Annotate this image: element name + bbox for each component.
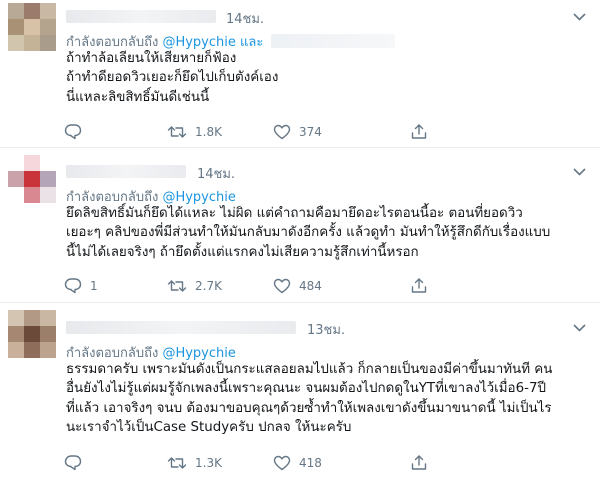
heart-icon bbox=[273, 455, 291, 470]
author-name-blurred bbox=[66, 321, 296, 334]
retweet-button[interactable]: 2.7K bbox=[167, 278, 273, 294]
retweet-icon bbox=[167, 125, 187, 138]
reply-icon bbox=[64, 455, 82, 471]
retweet-icon bbox=[167, 456, 187, 469]
replying-to-label: กำลังตอบกลับถึง bbox=[66, 190, 159, 205]
tweet-actions: 1.3K 418 bbox=[64, 454, 428, 471]
author-name-blurred bbox=[66, 10, 216, 23]
tweet-text-line: ยึดลิขสิทธิ์มันก็ยึดได้แหละ ไม่ผิด แต่คำ… bbox=[66, 206, 523, 221]
retweet-button[interactable]: 1.3K bbox=[167, 455, 273, 471]
retweet-count: 1.3K bbox=[195, 455, 222, 470]
share-icon bbox=[411, 124, 427, 139]
like-count: 484 bbox=[299, 278, 322, 293]
mention-link[interactable]: @Hypychie bbox=[162, 346, 235, 361]
replying-to-label: กำลังตอบกลับถึง bbox=[66, 35, 159, 50]
reply-icon bbox=[64, 124, 82, 140]
retweet-count: 1.8K bbox=[195, 124, 222, 139]
tweet-text: ธรรมดาครับ เพราะมันดังเป็นกระแสลอยลมไปแล… bbox=[66, 360, 552, 438]
like-count: 374 bbox=[299, 124, 322, 139]
tweet-text-line: อื่นยังไงไม่รู้แต่ผมรู้จักเพลงนี้เพราะคุ… bbox=[66, 381, 546, 397]
mention-and-label: และ bbox=[240, 35, 264, 50]
tweet-text: ยึดลิขสิทธิ์มันก็ยึดได้แหละ ไม่ผิด แต่คำ… bbox=[66, 204, 550, 262]
like-button[interactable]: 484 bbox=[273, 278, 410, 294]
retweet-count: 2.7K bbox=[195, 278, 222, 293]
avatar[interactable] bbox=[8, 155, 56, 203]
reply-button[interactable] bbox=[64, 454, 167, 471]
reply-button[interactable] bbox=[64, 123, 167, 140]
replying-to-label: กำลังตอบกลับถึง bbox=[66, 346, 159, 361]
mention-blurred bbox=[271, 34, 396, 48]
retweet-icon bbox=[167, 279, 187, 292]
tweet-text: ถ้าทำล้อเลียนให้เสียหายก็ฟ้อง ถ้าทำดียอด… bbox=[66, 49, 278, 107]
tweet-text-line: ถ้าทำดียอดวิวเยอะก็ยึดไปเก็บตังค์เอง bbox=[66, 70, 279, 86]
tweet-2[interactable]: 14ชม. กำลังตอบกลับถึง @Hypychie ยึดลิขสิ… bbox=[0, 148, 600, 303]
avatar[interactable] bbox=[8, 3, 56, 51]
chevron-down-icon[interactable] bbox=[569, 7, 589, 27]
mention-link[interactable]: @Hypychie bbox=[162, 190, 235, 205]
like-button[interactable]: 418 bbox=[273, 455, 410, 471]
mention-link[interactable]: @Hypychie bbox=[162, 35, 235, 50]
share-button[interactable] bbox=[410, 123, 428, 140]
heart-icon bbox=[273, 278, 291, 293]
chevron-down-icon[interactable] bbox=[569, 318, 589, 338]
tweet-actions: 1.8K 374 bbox=[64, 123, 428, 140]
share-icon bbox=[411, 278, 427, 293]
share-button[interactable] bbox=[410, 277, 428, 294]
tweet-text-line: ที่แล้ว เอาจริงๆ จนบ ต้องมาขอบคุณๆด้วยซ้… bbox=[66, 400, 552, 416]
tweet-actions: 1 2.7K 484 bbox=[64, 277, 428, 294]
share-icon bbox=[411, 455, 427, 470]
share-button[interactable] bbox=[410, 454, 428, 471]
tweet-text-line: ถ้าทำล้อเลียนให้เสียหายก็ฟ้อง bbox=[66, 51, 237, 66]
tweet-1[interactable]: 14ชม. กำลังตอบกลับถึง @Hypychie และ ถ้าท… bbox=[0, 0, 600, 148]
chevron-down-icon[interactable] bbox=[569, 162, 589, 182]
like-count: 418 bbox=[299, 455, 322, 470]
reply-count: 1 bbox=[90, 278, 98, 293]
retweet-button[interactable]: 1.8K bbox=[167, 124, 273, 140]
tweet-timestamp[interactable]: 14ชม. bbox=[226, 8, 264, 29]
tweet-text-line: นี้ไม่ได้เลยจริงๆ ถ้ายึดตั้งแต่แรกคงไม่เ… bbox=[66, 244, 419, 260]
tweet-3[interactable]: 13ชม. กำลังตอบกลับถึง @Hypychie ธรรมดาคร… bbox=[0, 303, 600, 483]
author-name-blurred bbox=[66, 165, 186, 178]
tweet-text-line: เยอะๆ คลิปของพี่มีส่วนทำให้มันกลับมาดังอ… bbox=[66, 225, 551, 241]
tweet-text-line: ธรรมดาครับ เพราะมันดังเป็นกระแสลอยลมไปแล… bbox=[66, 362, 553, 377]
reply-icon bbox=[64, 278, 82, 294]
heart-icon bbox=[273, 124, 291, 139]
reply-button[interactable]: 1 bbox=[64, 277, 167, 294]
tweet-text-line: นี่แหละลิขสิทธิ์มันดีเช่นนี้ bbox=[66, 89, 210, 105]
tweet-timestamp[interactable]: 14ชม. bbox=[197, 163, 235, 184]
tweet-text-line: นะเราจำไว้เป็นCase Studyครับ ปกลจ ให้นะค… bbox=[66, 420, 352, 436]
tweet-timestamp[interactable]: 13ชม. bbox=[307, 319, 345, 340]
avatar[interactable] bbox=[8, 310, 56, 358]
like-button[interactable]: 374 bbox=[273, 124, 410, 140]
